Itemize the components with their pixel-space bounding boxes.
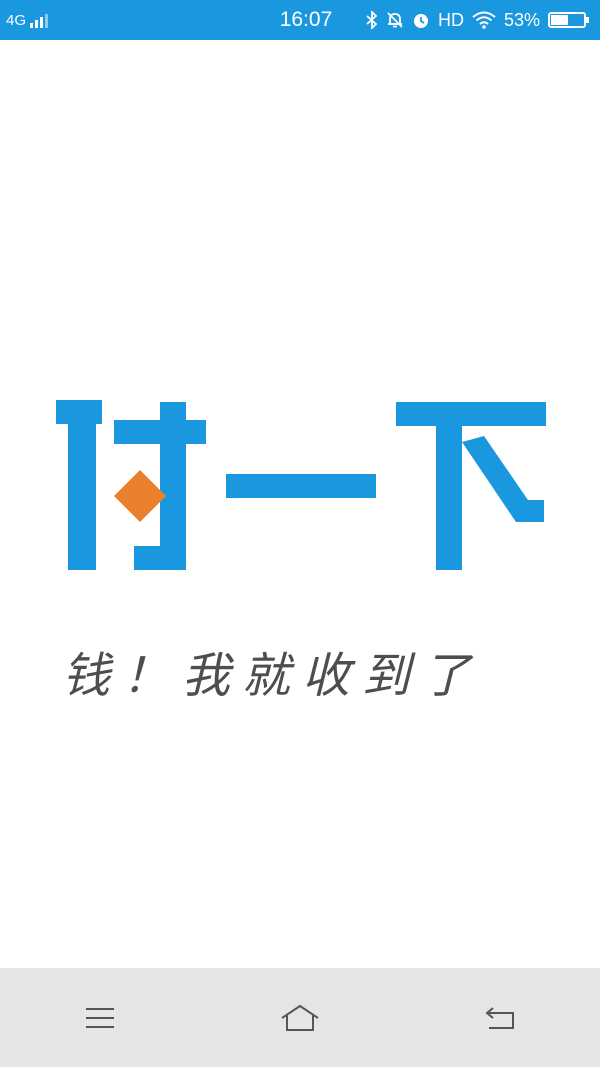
logo-stroke	[462, 436, 544, 522]
hd-label: HD	[437, 9, 464, 30]
bluetooth-icon	[366, 11, 378, 29]
logo-stroke	[396, 402, 546, 426]
logo-diamond	[114, 470, 166, 522]
status-right: HD 53%	[366, 10, 590, 31]
logo-stroke	[436, 402, 462, 570]
home-icon	[281, 1004, 319, 1031]
battery-icon	[548, 12, 589, 28]
home-button[interactable]	[200, 968, 400, 1067]
status-time: 16:07	[279, 8, 333, 31]
status-bar: 4G 16:07 HD 53%	[0, 0, 600, 40]
alarm-icon	[413, 14, 428, 28]
battery-fill	[551, 15, 568, 25]
slogan-text: 钱！我就收到了	[62, 648, 483, 704]
signal-icon	[30, 14, 49, 28]
logo-stroke	[68, 400, 96, 570]
navigation-bar	[0, 968, 600, 1067]
back-button[interactable]	[400, 968, 600, 1067]
logo-stroke	[226, 474, 376, 498]
logo-stroke	[134, 546, 186, 570]
status-left: 4G	[6, 12, 206, 29]
network-label: 4G	[6, 11, 27, 29]
logo-stroke	[160, 402, 186, 570]
menu-button[interactable]	[0, 968, 200, 1067]
app-logo	[56, 400, 546, 570]
mute-icon	[387, 12, 403, 28]
menu-icon	[86, 1007, 114, 1028]
splash-screen: 钱！我就收到了	[0, 40, 600, 968]
wifi-icon	[472, 11, 496, 29]
battery-percent: 53%	[503, 9, 540, 30]
back-icon	[485, 1006, 514, 1029]
